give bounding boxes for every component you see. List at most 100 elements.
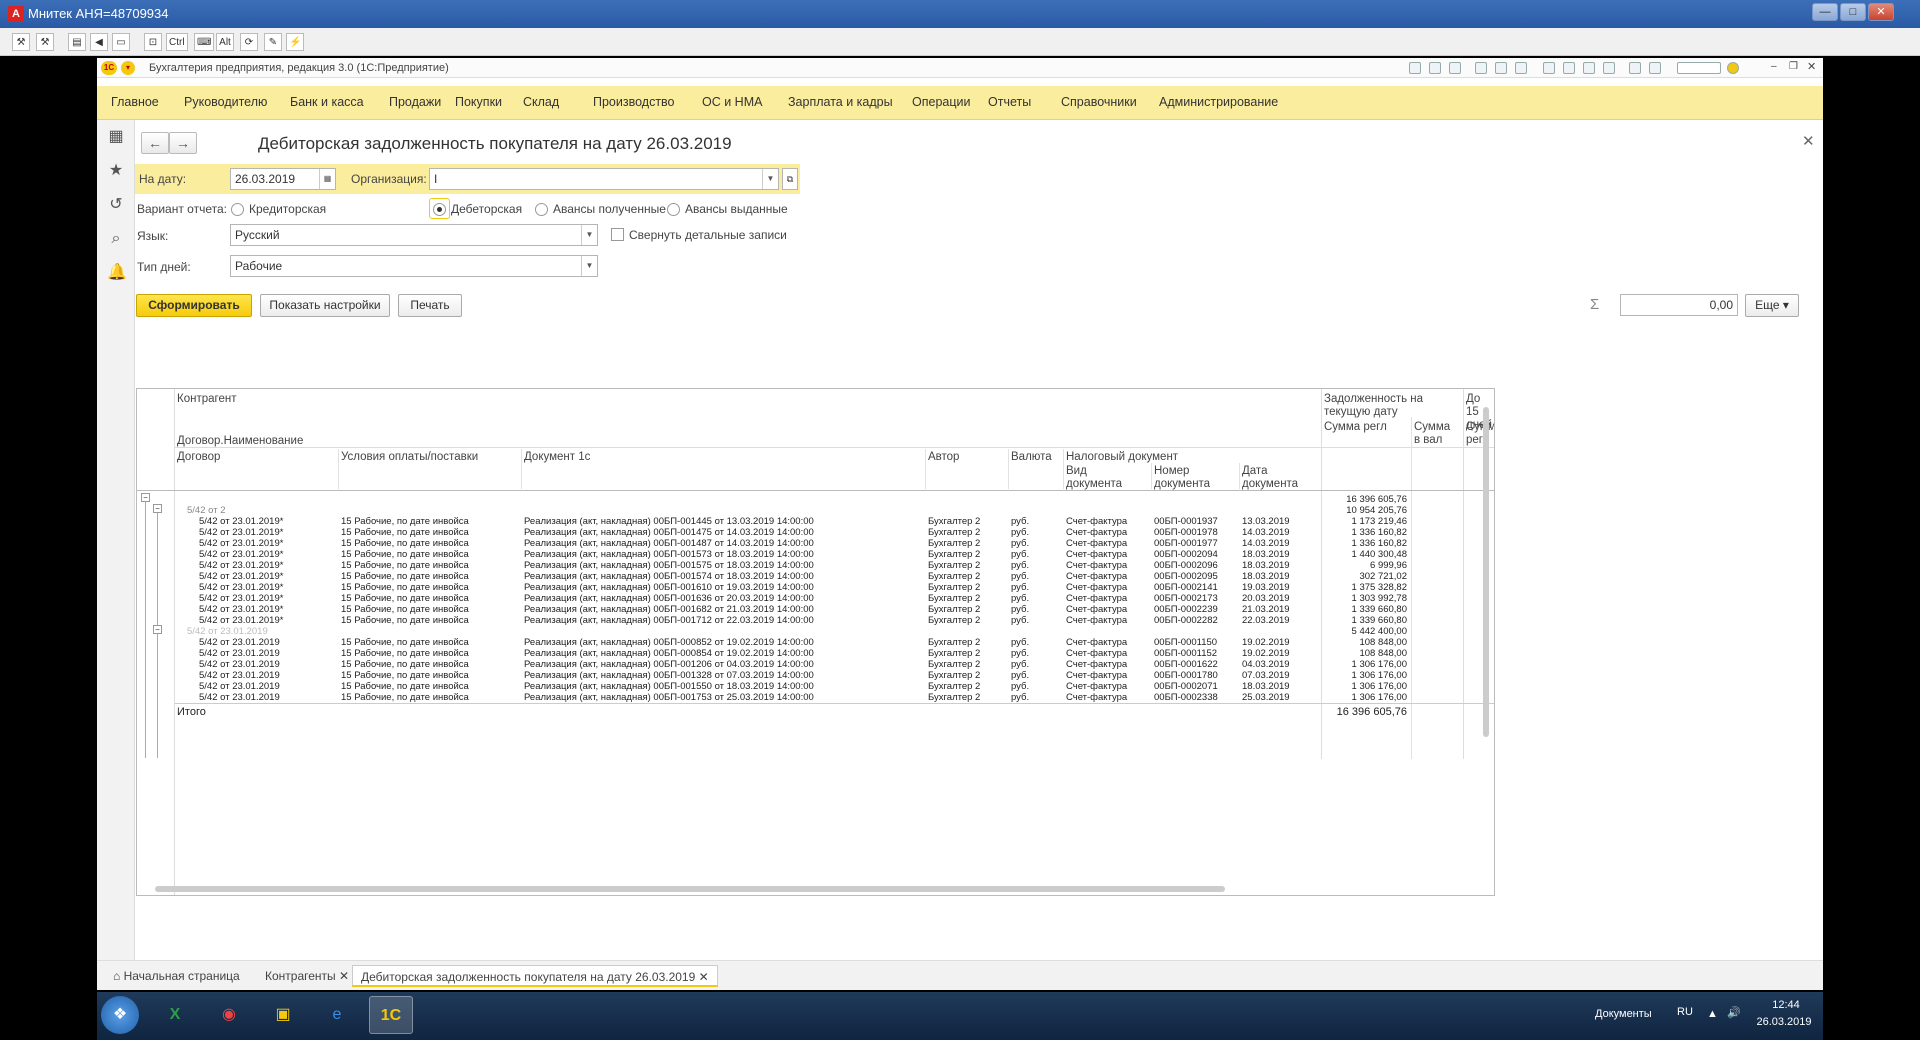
close-form-icon[interactable]: ✕ bbox=[1802, 132, 1815, 150]
tab-kontragenty[interactable]: Контрагенты ✕ bbox=[257, 965, 357, 987]
table-row[interactable]: 5/42 от 23.01.2019 15 Рабочие, по дате ин… bbox=[137, 681, 1494, 692]
menu-item-5[interactable]: Склад bbox=[523, 95, 559, 109]
table-row[interactable]: 5/42 от 23.01.2019 15 Рабочие, по дате ин… bbox=[137, 670, 1494, 681]
tray-time[interactable]: 12:44 bbox=[1761, 999, 1811, 1011]
vertical-scrollbar[interactable] bbox=[1483, 407, 1489, 737]
menu-item-0[interactable]: Главное bbox=[111, 95, 159, 109]
report-table[interactable]: Контрагент Договор.Наименование Договор … bbox=[136, 388, 1495, 896]
table-row[interactable]: 5/42 от 23.01.2019* 15 Рабочие, по дате и… bbox=[137, 549, 1494, 560]
toolbar-book-icon[interactable]: ▤ bbox=[68, 33, 86, 51]
menu-arrow-icon[interactable]: ▾ bbox=[121, 61, 135, 75]
menu-item-12[interactable]: Администрирование bbox=[1159, 95, 1278, 109]
org-field[interactable]: I ▼ bbox=[429, 168, 779, 190]
tray-expand-icon[interactable]: ▲ bbox=[1707, 1008, 1718, 1020]
org-open-icon[interactable]: ⧉ bbox=[782, 168, 798, 190]
save-icon[interactable] bbox=[1409, 62, 1421, 74]
notifications-bell-icon[interactable]: 🔔 bbox=[107, 264, 127, 282]
language-dropdown-icon[interactable]: ▼ bbox=[581, 225, 597, 245]
horizontal-scrollbar[interactable] bbox=[155, 886, 1225, 892]
print-button[interactable]: Печать bbox=[398, 294, 462, 317]
table-row[interactable]: 5/42 от 23.01.2019 15 Рабочие, по дате ин… bbox=[137, 637, 1494, 648]
menu-item-10[interactable]: Отчеты bbox=[988, 95, 1031, 109]
calendar-picker-icon[interactable]: ▦ bbox=[319, 169, 335, 189]
table-row[interactable]: 5/42 от 23.01.2019* 15 Рабочие, по дате и… bbox=[137, 604, 1494, 615]
toolbar-refresh-icon[interactable]: ⟳ bbox=[240, 33, 258, 51]
back-button[interactable]: ← bbox=[141, 132, 169, 154]
toolbar-alt-icon[interactable]: Alt bbox=[216, 33, 234, 51]
app-minimize-button[interactable]: – bbox=[1771, 62, 1783, 74]
ie-taskbar-icon[interactable]: e bbox=[315, 996, 359, 1034]
more-button[interactable]: Еще ▾ bbox=[1745, 294, 1799, 317]
zoom-icon[interactable] bbox=[1629, 62, 1641, 74]
tab-home[interactable]: ⌂ Начальная страница bbox=[105, 965, 248, 987]
grid-menu-icon[interactable]: ▦ bbox=[107, 128, 125, 146]
table-row[interactable]: 5/42 от 23.01.2019 15 Рабочие, по дате ин… bbox=[137, 692, 1494, 703]
start-button[interactable]: ❖ bbox=[101, 996, 139, 1034]
chrome-taskbar-icon[interactable]: ◉ bbox=[207, 996, 251, 1034]
layout-icon[interactable] bbox=[1649, 62, 1661, 74]
table-row[interactable]: 5/42 от 23.01.2019* 15 Рабочие, по дате и… bbox=[137, 582, 1494, 593]
daytype-dropdown-icon[interactable]: ▼ bbox=[581, 256, 597, 276]
excel-taskbar-icon[interactable]: X bbox=[153, 996, 197, 1034]
toolbar-keys-icon[interactable]: ⌨ bbox=[194, 33, 215, 51]
tray-documents[interactable]: Документы bbox=[1595, 1008, 1652, 1020]
forward-button[interactable]: → bbox=[169, 132, 197, 154]
generate-button[interactable]: Сформировать bbox=[136, 294, 252, 317]
table-row[interactable]: 5/42 от 23.01.2019 15 Рабочие, по дате ин… bbox=[137, 648, 1494, 659]
toolbar-flash-icon[interactable]: ⚡ bbox=[286, 33, 305, 51]
toolbar-fit-icon[interactable]: ⊡ bbox=[144, 33, 162, 51]
collapse-checkbox[interactable] bbox=[611, 228, 624, 241]
calculator-icon[interactable] bbox=[1543, 62, 1555, 74]
variant-radio-kredit[interactable] bbox=[231, 203, 244, 216]
daytype-field[interactable]: Рабочие ▼ bbox=[230, 255, 598, 277]
menu-item-6[interactable]: Производство bbox=[593, 95, 675, 109]
menu-item-7[interactable]: ОС и НМА bbox=[702, 95, 762, 109]
menu-item-3[interactable]: Продажи bbox=[389, 95, 441, 109]
toolbar-ctrl-icon[interactable]: Ctrl bbox=[166, 33, 188, 51]
calendar-icon[interactable] bbox=[1515, 62, 1527, 74]
copy-icon[interactable] bbox=[1495, 62, 1507, 74]
close-window-button[interactable]: ✕ bbox=[1868, 3, 1894, 21]
date-field[interactable]: 26.03.2019 ▦ bbox=[230, 168, 336, 190]
memory-plus-icon[interactable] bbox=[1583, 62, 1595, 74]
menu-item-2[interactable]: Банк и касса bbox=[290, 95, 364, 109]
explorer-taskbar-icon[interactable]: ▣ bbox=[261, 996, 305, 1034]
tab-report[interactable]: Дебиторская задолженность покупателя на … bbox=[352, 965, 718, 987]
table-row[interactable]: 5/42 от 23.01.2019* 15 Рабочие, по дате и… bbox=[137, 615, 1494, 626]
table-row[interactable]: 5/42 от 23.01.2019* 15 Рабочие, по дате и… bbox=[137, 527, 1494, 538]
table-row[interactable]: 5/42 от 23.01.2019 15 Рабочие, по дате ин… bbox=[137, 659, 1494, 670]
app-close-button[interactable]: ✕ bbox=[1807, 62, 1819, 74]
variant-radio-avans-poluch[interactable] bbox=[535, 203, 548, 216]
menu-item-1[interactable]: Руководителю bbox=[184, 95, 267, 109]
memory-icon[interactable] bbox=[1563, 62, 1575, 74]
search-icon[interactable]: ⌕ bbox=[107, 230, 125, 248]
app-restore-button[interactable]: ❐ bbox=[1789, 62, 1801, 74]
menu-item-4[interactable]: Покупки bbox=[455, 95, 502, 109]
org-dropdown-icon[interactable]: ▼ bbox=[762, 169, 778, 189]
minimize-button[interactable]: — bbox=[1812, 3, 1838, 21]
sum-field[interactable]: 0,00 bbox=[1620, 294, 1738, 316]
tab-close-icon[interactable]: ✕ bbox=[699, 970, 709, 984]
menu-item-8[interactable]: Зарплата и кадры bbox=[788, 95, 893, 109]
tray-volume-icon[interactable]: 🔊 bbox=[1727, 1006, 1741, 1019]
tab-close-icon[interactable]: ✕ bbox=[339, 969, 349, 983]
toolbar-pen-icon[interactable]: ✎ bbox=[264, 33, 282, 51]
table-row[interactable]: 5/42 от 23.01.2019* 15 Рабочие, по дате и… bbox=[137, 571, 1494, 582]
favorites-star-icon[interactable]: ★ bbox=[107, 162, 125, 180]
info-icon[interactable] bbox=[1727, 62, 1739, 74]
show-settings-button[interactable]: Показать настройки bbox=[260, 294, 390, 317]
variant-radio-debet[interactable] bbox=[433, 203, 446, 216]
language-field[interactable]: Русский ▼ bbox=[230, 224, 598, 246]
toolbar-screen-icon[interactable]: ▭ bbox=[112, 33, 130, 51]
toolbar-tool-icon-2[interactable]: ⚒ bbox=[36, 33, 54, 51]
toolbar-tool-icon-1[interactable]: ⚒ bbox=[12, 33, 30, 51]
memory-minus-icon[interactable] bbox=[1603, 62, 1615, 74]
table-row[interactable]: 5/42 от 23.01.2019* 15 Рабочие, по дате и… bbox=[137, 516, 1494, 527]
variant-radio-avans-vydan[interactable] bbox=[667, 203, 680, 216]
tray-date[interactable]: 26.03.2019 bbox=[1753, 1016, 1815, 1028]
menu-item-11[interactable]: Справочники bbox=[1061, 95, 1137, 109]
tray-language[interactable]: RU bbox=[1677, 1006, 1693, 1018]
toolbar-sound-icon[interactable]: ◀ bbox=[90, 33, 108, 51]
print-icon[interactable] bbox=[1429, 62, 1441, 74]
table-row[interactable]: 5/42 от 23.01.2019* 15 Рабочие, по дате и… bbox=[137, 593, 1494, 604]
